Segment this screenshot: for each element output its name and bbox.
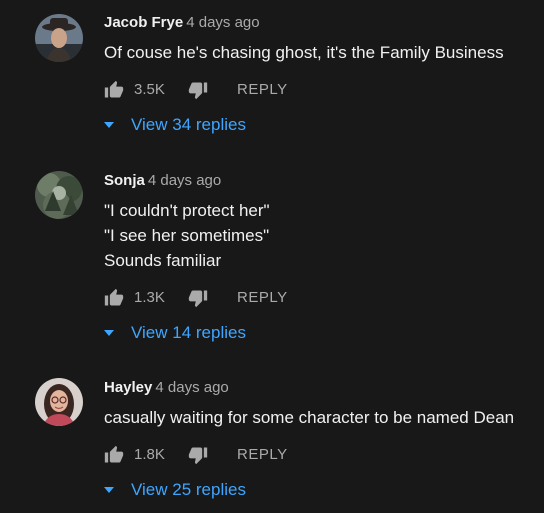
comment-line: Sounds familiar: [104, 251, 222, 270]
avatar[interactable]: [35, 14, 83, 62]
comment-actions: 1.3K REPLY: [104, 288, 404, 308]
thumbs-down-icon[interactable]: [188, 445, 208, 465]
reply-button[interactable]: REPLY: [237, 289, 288, 306]
view-replies-label: View 34 replies: [131, 115, 246, 134]
timestamp[interactable]: 4 days ago: [148, 172, 221, 189]
author-name[interactable]: Jacob Frye: [104, 14, 183, 31]
comment-line: "I see her sometimes": [104, 226, 270, 245]
avatar[interactable]: [35, 378, 83, 426]
comment-actions: 3.5K REPLY: [104, 80, 404, 100]
author-name[interactable]: Sonja: [104, 172, 145, 189]
comment-text: "I couldn't protect her" "I see her some…: [104, 198, 270, 273]
comment-line: Of couse he's chasing ghost, it's the Fa…: [104, 43, 504, 62]
comment-line: "I couldn't protect her": [104, 201, 270, 220]
timestamp[interactable]: 4 days ago: [155, 379, 228, 396]
comment-text: Of couse he's chasing ghost, it's the Fa…: [104, 40, 504, 65]
caret-down-icon: [104, 122, 114, 128]
woman-with-glasses-avatar-icon: [35, 378, 83, 426]
avatar[interactable]: [35, 171, 83, 219]
thumbs-down-icon[interactable]: [188, 288, 208, 308]
like-count: 3.5K: [134, 81, 165, 98]
thumbs-down-icon[interactable]: [188, 80, 208, 100]
view-replies-label: View 14 replies: [131, 323, 246, 342]
caret-down-icon: [104, 487, 114, 493]
thumbs-up-icon[interactable]: [104, 445, 124, 465]
view-replies-label: View 25 replies: [131, 480, 246, 499]
like-count: 1.8K: [134, 446, 165, 463]
like-count: 1.3K: [134, 289, 165, 306]
caret-down-icon: [104, 330, 114, 336]
forest-avatar-icon: [35, 171, 83, 219]
man-with-hat-avatar-icon: [35, 14, 83, 62]
thumbs-up-icon[interactable]: [104, 80, 124, 100]
comment-header: Jacob Frye 4 days ago: [104, 14, 260, 32]
reply-button[interactable]: REPLY: [237, 446, 288, 463]
comment-header: Sonja 4 days ago: [104, 172, 221, 190]
thumbs-up-icon[interactable]: [104, 288, 124, 308]
comment-header: Hayley 4 days ago: [104, 379, 229, 397]
timestamp[interactable]: 4 days ago: [186, 14, 259, 31]
comment-text: casually waiting for some character to b…: [104, 405, 514, 430]
reply-button[interactable]: REPLY: [237, 81, 288, 98]
comment-actions: 1.8K REPLY: [104, 445, 404, 465]
author-name[interactable]: Hayley: [104, 379, 152, 396]
comment-line: casually waiting for some character to b…: [104, 408, 515, 427]
